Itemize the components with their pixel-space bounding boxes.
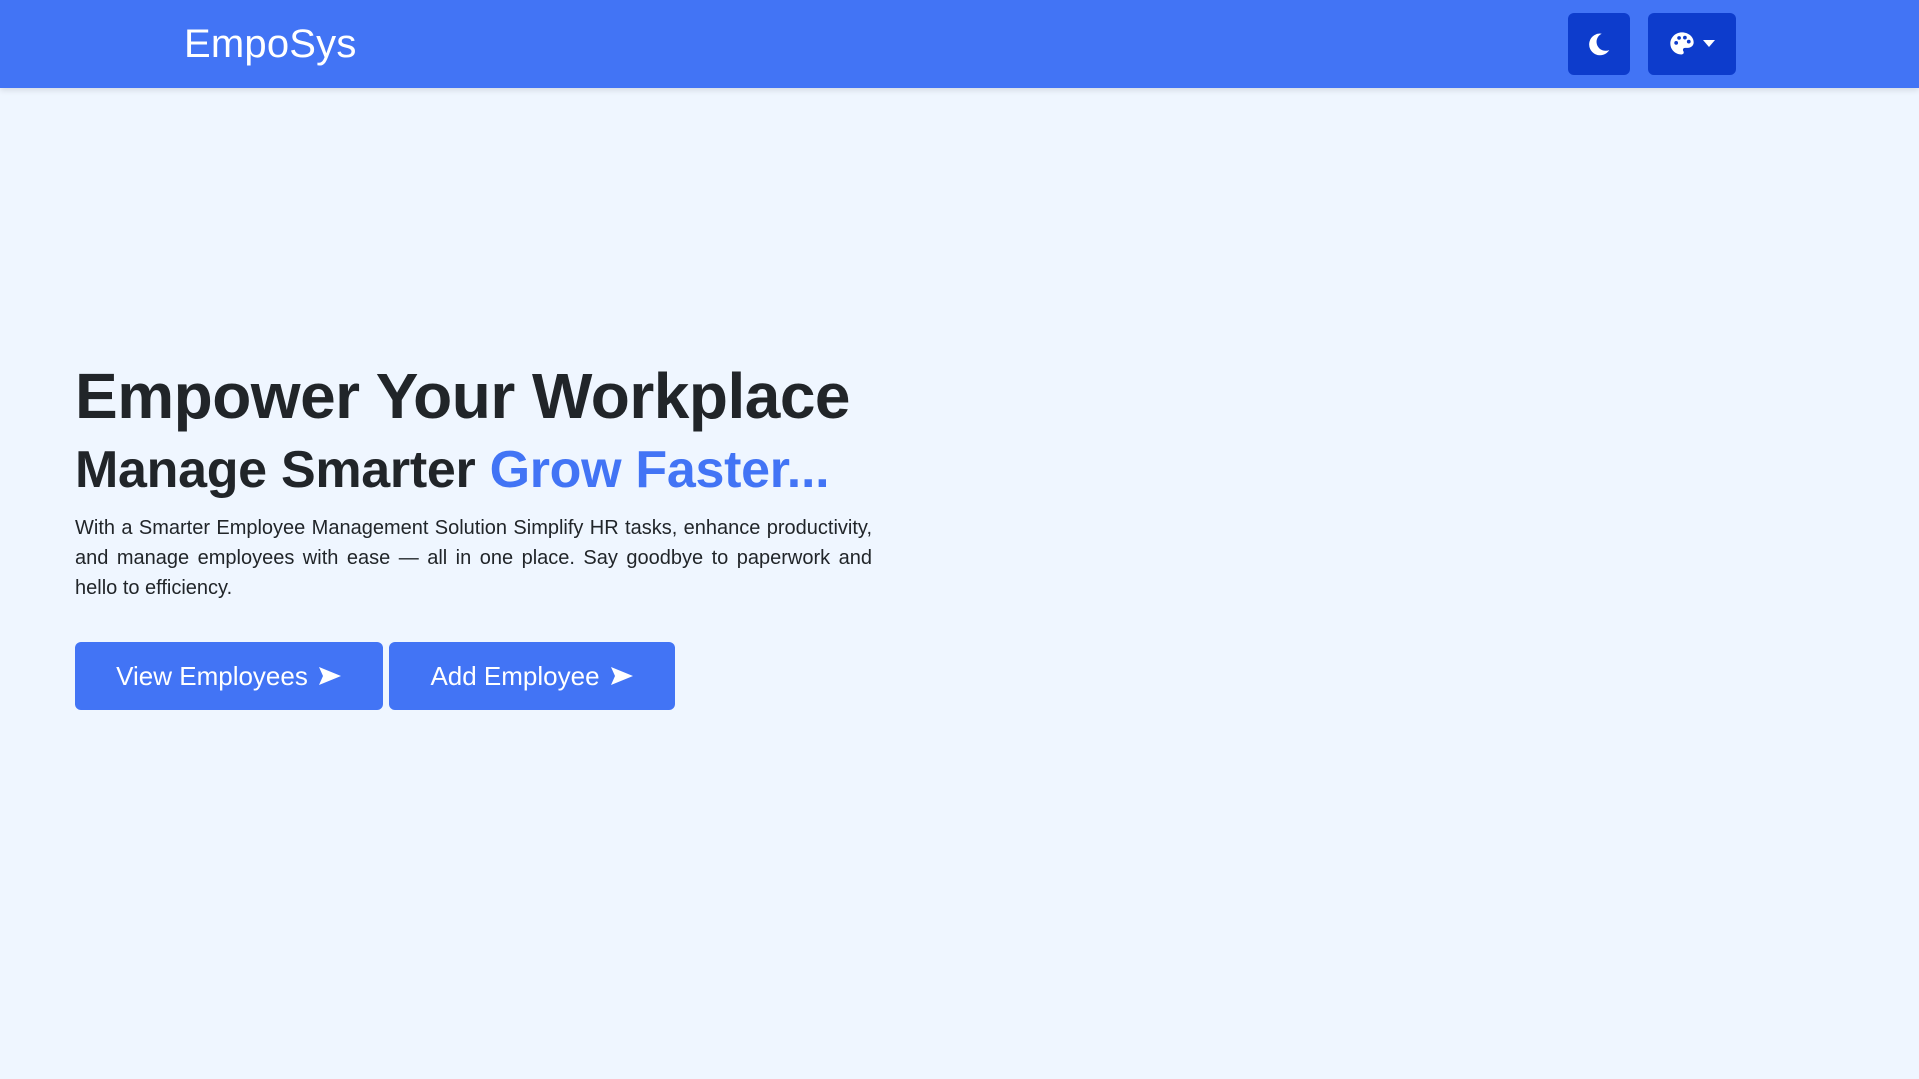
hero-title: Empower Your Workplace [75, 360, 851, 432]
arrow-right-icon [610, 666, 634, 686]
view-employees-label: View Employees [116, 660, 308, 691]
hero-subtitle-accent: Grow Faster... [489, 441, 830, 499]
hero-description: With a Smarter Employee Management Solut… [75, 517, 872, 599]
brand-logo[interactable]: EmpoSys [184, 20, 357, 68]
navbar: EmpoSys [0, 0, 1919, 88]
hero-section: Empower Your Workplace Manage Smarter Gr… [75, 355, 915, 710]
color-theme-dropdown[interactable] [1648, 13, 1736, 75]
view-employees-button[interactable]: View Employees [75, 642, 383, 710]
theme-toggle-button[interactable] [1568, 13, 1630, 75]
arrow-right-icon [318, 666, 342, 686]
hero-actions: View Employees Add Employee [75, 642, 915, 710]
moon-icon [1586, 31, 1612, 57]
add-employee-label: Add Employee [430, 660, 600, 691]
add-employee-button[interactable]: Add Employee [389, 642, 675, 710]
hero-subtitle: Manage Smarter Grow Faster... [75, 437, 915, 503]
palette-icon [1668, 30, 1696, 58]
caret-down-icon [1702, 39, 1716, 49]
hero-subtitle-prefix: Manage Smarter [75, 441, 490, 499]
